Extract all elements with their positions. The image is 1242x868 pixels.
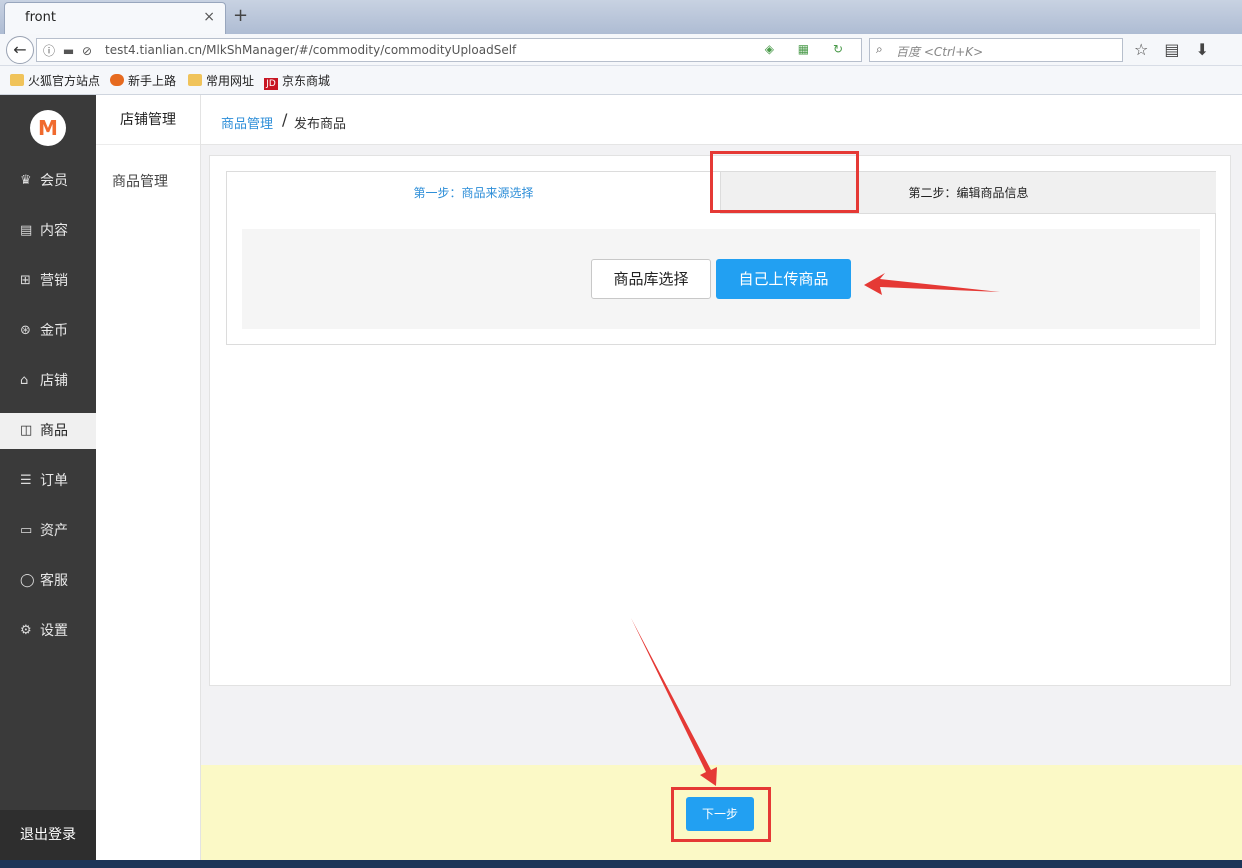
sidebar: M ♛ 会员 ▤ 内容 ⊞ 营销 ⊛ 金币 ⌂ 店铺 ◫ 商品 ☰ 订单 ▭ 资… <box>0 95 96 868</box>
sidebar-item-label: 商品 <box>40 423 68 439</box>
site-info-icon[interactable]: ⓘ ▬ ⊘ <box>43 42 94 59</box>
tab-step-one[interactable]: 第一步：商品来源选择 <box>227 172 720 214</box>
search-input[interactable]: ⌕ 百度 <Ctrl+K> <box>869 38 1123 62</box>
sidebar-item-content[interactable]: ▤ 内容 <box>0 213 96 249</box>
bag-icon: ◫ <box>20 423 33 438</box>
reload-icon[interactable]: ◈ ▦ ↻ <box>765 42 853 56</box>
crown-icon: ♛ <box>20 173 32 188</box>
logo[interactable]: M <box>30 110 66 146</box>
next-step-button[interactable]: 下一步 <box>686 797 754 831</box>
sidebar-item-label: 营销 <box>40 273 68 289</box>
sidebar-item-coin[interactable]: ⊛ 金币 <box>0 313 96 349</box>
breadcrumb-link[interactable]: 商品管理 <box>221 113 273 132</box>
sidebar-item-label: 金币 <box>40 323 68 339</box>
breadcrumb-current: 发布商品 <box>294 117 347 132</box>
folder-icon <box>10 74 24 86</box>
url-bar[interactable]: ⓘ ▬ ⊘ test4.tianlian.cn/MlkShManager/#/c… <box>36 38 862 62</box>
document-icon: ▤ <box>20 223 33 238</box>
sidebar-item-settings[interactable]: ⚙ 设置 <box>0 613 96 649</box>
bookmark-label: 火狐官方站点 <box>28 74 101 88</box>
url-text[interactable]: test4.tianlian.cn/MlkShManager/#/commodi… <box>105 43 516 57</box>
new-tab-icon[interactable]: + <box>233 5 248 26</box>
sidebar-item-assets[interactable]: ▭ 资产 <box>0 513 96 549</box>
browser-tab-bar: front × + <box>0 0 1242 34</box>
sidebar-item-label: 客服 <box>40 573 68 589</box>
sidebar-item-label: 资产 <box>40 523 68 539</box>
os-taskbar <box>0 860 1242 868</box>
bookmark-item[interactable]: JD 京东商城 <box>264 72 330 90</box>
sidebar-item-marketing[interactable]: ⊞ 营销 <box>0 263 96 299</box>
bookmark-item[interactable]: 火狐官方站点 <box>10 72 100 89</box>
store-icon: ⌂ <box>20 373 29 388</box>
clipboard-icon: ☰ <box>20 473 32 488</box>
tab-title: front <box>25 10 56 25</box>
sidebar-item-order[interactable]: ☰ 订单 <box>0 463 96 499</box>
self-upload-button[interactable]: 自己上传商品 <box>716 259 851 299</box>
coin-icon: ⊛ <box>20 323 31 338</box>
publish-panel: 第一步：商品来源选择 第二步：编辑商品信息 商品库选择 自己上传商品 <box>209 155 1231 686</box>
bookmark-item[interactable]: 新手上路 <box>110 72 176 89</box>
back-arrow-icon[interactable]: ← <box>6 36 34 64</box>
submenu-item-goods-management[interactable]: 商品管理 <box>112 171 168 191</box>
wallet-icon: ▭ <box>20 523 33 538</box>
bookmark-label: 京东商城 <box>282 74 331 88</box>
sidebar-item-service[interactable]: ◯ 客服 <box>0 563 96 599</box>
bookmarks-bar: 火狐官方站点 新手上路 常用网址 JD 京东商城 <box>0 66 1242 95</box>
bookmark-label: 常用网址 <box>206 74 255 88</box>
sidebar-item-member[interactable]: ♛ 会员 <box>0 163 96 199</box>
submenu-header: 店铺管理 <box>96 95 200 145</box>
bookmark-label: 新手上路 <box>128 74 177 88</box>
breadcrumb: 商品管理 / 发布商品 <box>201 95 1242 145</box>
sidebar-item-label: 订单 <box>40 473 68 489</box>
app: M ♛ 会员 ▤ 内容 ⊞ 营销 ⊛ 金币 ⌂ 店铺 ◫ 商品 ☰ 订单 ▭ 资… <box>0 95 1242 868</box>
gear-icon: ⚙ <box>20 623 32 638</box>
breadcrumb-separator: / <box>282 110 288 129</box>
chat-icon: ◯ <box>20 573 35 588</box>
sidebar-item-store[interactable]: ⌂ 店铺 <box>0 363 96 399</box>
close-icon[interactable]: × <box>203 9 215 25</box>
toolbar-icons[interactable]: ☆▤⬇ <box>1134 40 1225 59</box>
bookmark-item[interactable]: 常用网址 <box>188 72 254 89</box>
highlight-box <box>710 151 859 213</box>
submenu: 店铺管理 商品管理 <box>96 95 201 868</box>
jd-icon: JD <box>264 78 278 90</box>
sidebar-item-label: 设置 <box>40 623 68 639</box>
browser-nav-bar: ← ⓘ ▬ ⊘ test4.tianlian.cn/MlkShManager/#… <box>0 34 1242 66</box>
folder-icon <box>188 74 202 86</box>
source-choice-area: 商品库选择 自己上传商品 <box>242 229 1200 329</box>
search-icon: ⌕ <box>876 42 883 56</box>
sidebar-item-goods[interactable]: ◫ 商品 <box>0 413 96 449</box>
grid-icon: ⊞ <box>20 273 31 288</box>
sidebar-item-label: 店铺 <box>40 373 68 389</box>
sidebar-item-label: 内容 <box>40 223 68 239</box>
logout-button[interactable]: 退出登录 <box>0 810 96 860</box>
sidebar-item-label: 会员 <box>40 173 68 189</box>
search-placeholder: 百度 <Ctrl+K> <box>896 45 984 59</box>
firefox-icon <box>110 74 124 86</box>
footer-bar: 下一步 <box>201 765 1242 868</box>
library-select-button[interactable]: 商品库选择 <box>591 259 711 299</box>
browser-tab[interactable]: front × <box>4 2 226 34</box>
